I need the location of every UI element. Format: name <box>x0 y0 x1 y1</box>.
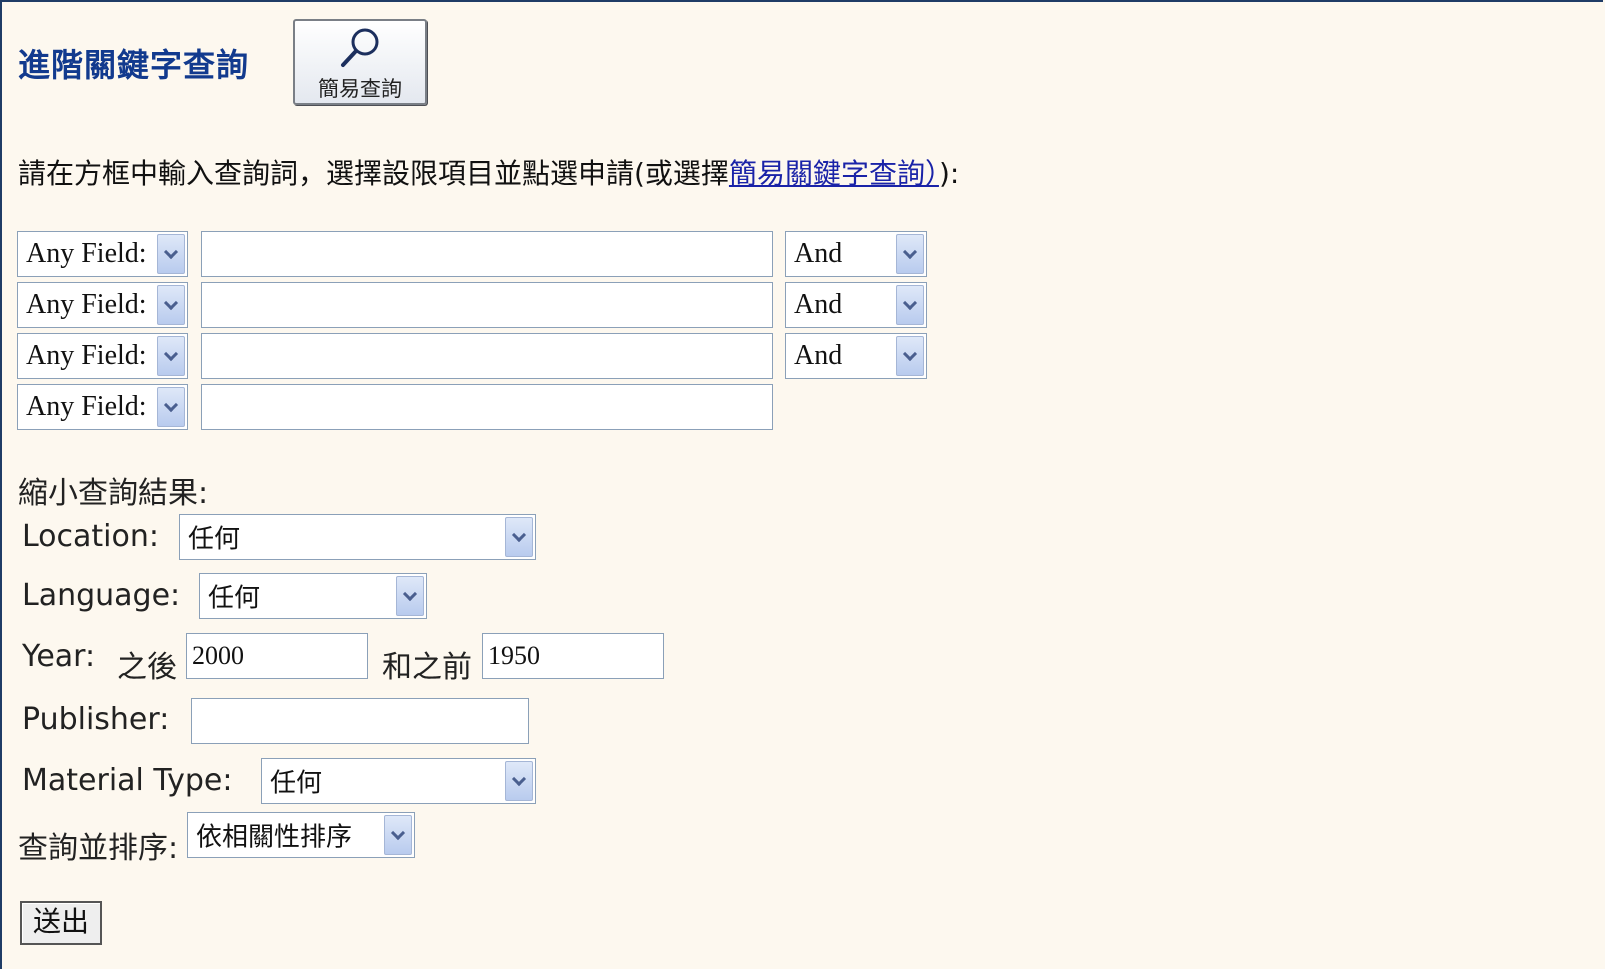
material-type-label: Material Type: <box>22 763 233 798</box>
chevron-down-icon <box>384 815 412 855</box>
material-type-value: 任何 <box>270 768 323 799</box>
operator-value: And <box>794 289 843 320</box>
chevron-down-icon <box>896 285 924 325</box>
operator-select-1[interactable]: And <box>785 231 927 277</box>
search-term-input-2[interactable] <box>201 282 773 328</box>
field-select-1[interactable]: Any Field: <box>17 231 188 277</box>
sort-select[interactable]: 依相關性排序 <box>187 812 415 858</box>
chevron-down-icon <box>505 761 533 801</box>
year-after-value: 2000 <box>192 641 244 670</box>
year-before-label: 和之前 <box>382 650 472 685</box>
simple-keyword-search-link[interactable]: 簡易關鍵字查詢） <box>729 157 939 190</box>
year-after-label: 之後 <box>117 650 177 685</box>
limits-heading: 縮小查詢結果: <box>18 476 209 511</box>
language-value: 任何 <box>208 583 261 614</box>
chevron-down-icon <box>157 387 185 427</box>
field-select-2[interactable]: Any Field: <box>17 282 188 328</box>
field-select-value: Any Field: <box>26 289 147 320</box>
location-label: Location: <box>22 519 159 554</box>
simple-search-button[interactable]: 簡易查詢 <box>293 19 427 105</box>
search-term-input-1[interactable] <box>201 231 773 277</box>
year-before-input[interactable]: 1950 <box>482 633 664 679</box>
location-value: 任何 <box>188 524 241 555</box>
field-select-4[interactable]: Any Field: <box>17 384 188 430</box>
material-type-select[interactable]: 任何 <box>261 758 536 804</box>
page-title: 進階關鍵字查詢 <box>18 46 250 84</box>
sort-label: 查詢並排序: <box>18 831 179 866</box>
operator-select-2[interactable]: And <box>785 282 927 328</box>
field-select-3[interactable]: Any Field: <box>17 333 188 379</box>
operator-value: And <box>794 238 843 269</box>
field-select-value: Any Field: <box>26 391 147 422</box>
chevron-down-icon <box>396 576 424 616</box>
chevron-down-icon <box>505 517 533 557</box>
location-select[interactable]: 任何 <box>179 514 536 560</box>
field-select-value: Any Field: <box>26 238 147 269</box>
sort-value: 依相關性排序 <box>196 822 353 853</box>
search-term-input-3[interactable] <box>201 333 773 379</box>
search-term-input-4[interactable] <box>201 384 773 430</box>
operator-select-3[interactable]: And <box>785 333 927 379</box>
chevron-down-icon <box>157 336 185 376</box>
year-before-value: 1950 <box>488 641 540 670</box>
language-select[interactable]: 任何 <box>199 573 427 619</box>
field-select-value: Any Field: <box>26 340 147 371</box>
chevron-down-icon <box>157 285 185 325</box>
year-label: Year: <box>22 639 96 674</box>
chevron-down-icon <box>157 234 185 274</box>
instructions: 請在方框中輸入查詢詞，選擇設限項目並點選申請(或選擇簡易關鍵字查詢）): <box>18 152 959 192</box>
publisher-label: Publisher: <box>22 702 170 737</box>
instructions-tail: ): <box>938 157 960 190</box>
magnifier-icon <box>341 28 379 67</box>
language-label: Language: <box>22 578 181 613</box>
chevron-down-icon <box>896 234 924 274</box>
publisher-input[interactable] <box>191 698 529 744</box>
year-after-input[interactable]: 2000 <box>186 633 368 679</box>
operator-value: And <box>794 340 843 371</box>
instructions-text: 請在方框中輸入查詢詞，選擇設限項目並點選申請(或選擇 <box>18 157 729 190</box>
submit-button[interactable]: 送出 <box>20 901 102 945</box>
chevron-down-icon <box>896 336 924 376</box>
simple-search-label: 簡易查詢 <box>318 77 402 101</box>
